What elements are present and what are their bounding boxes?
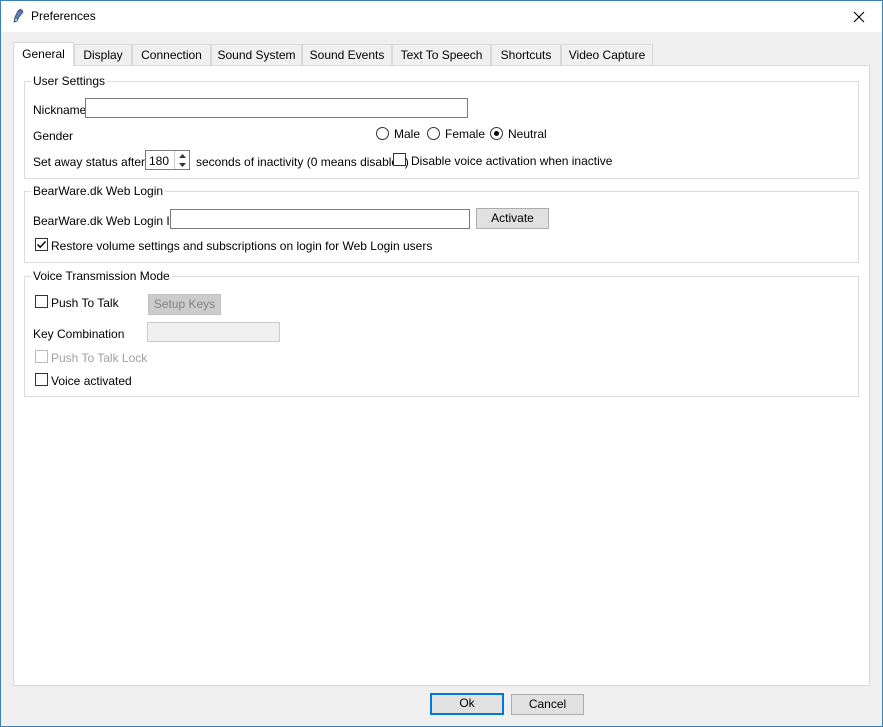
arrow-down-icon [179, 162, 186, 167]
activate-button[interactable]: Activate [476, 208, 549, 229]
disable-voice-checkbox[interactable] [393, 153, 406, 166]
restore-volume-label[interactable]: Restore volume settings and subscription… [51, 239, 432, 253]
general-panel: User Settings Nickname Gender Male Femal… [13, 65, 870, 686]
tab-shortcuts[interactable]: Shortcuts [491, 44, 561, 65]
nickname-input[interactable] [85, 98, 468, 118]
spin-down-button[interactable] [175, 160, 190, 169]
nickname-label: Nickname [33, 103, 87, 117]
push-to-talk-lock-label[interactable]: Push To Talk Lock [51, 351, 147, 365]
away-seconds-spinbox[interactable]: 180 [145, 150, 190, 170]
away-seconds-value: 180 [149, 154, 170, 168]
setup-keys-button[interactable]: Setup Keys [148, 294, 221, 315]
window-title: Preferences [31, 9, 96, 23]
tab-sound-system[interactable]: Sound System [211, 44, 302, 65]
cancel-button[interactable]: Cancel [511, 694, 584, 715]
user-settings-group: User Settings Nickname Gender Male Femal… [24, 74, 859, 179]
away-suffix-label: seconds of inactivity (0 means disabled) [196, 155, 409, 169]
web-login-title: BearWare.dk Web Login [31, 184, 166, 198]
tab-display[interactable]: Display [74, 44, 132, 65]
voice-mode-title: Voice Transmission Mode [31, 269, 172, 283]
voice-mode-group: Voice Transmission Mode Push To Talk Set… [24, 269, 859, 397]
close-button[interactable] [836, 1, 882, 32]
web-login-group: BearWare.dk Web Login BearWare.dk Web Lo… [24, 184, 859, 263]
away-status-label: Set away status after [33, 155, 146, 169]
gender-female-radio[interactable] [427, 127, 440, 140]
push-to-talk-lock-checkbox[interactable] [35, 350, 48, 363]
web-login-id-label: BearWare.dk Web Login ID [33, 214, 179, 228]
key-combination-label: Key Combination [33, 327, 125, 341]
checkmark-icon [36, 240, 47, 249]
gender-female-label[interactable]: Female [445, 127, 485, 141]
user-settings-title: User Settings [31, 74, 108, 88]
radio-selected-dot [494, 131, 499, 136]
voice-activated-checkbox[interactable] [35, 373, 48, 386]
key-combination-input[interactable] [147, 322, 280, 342]
ok-button[interactable]: Ok [430, 693, 504, 715]
gender-neutral-label[interactable]: Neutral [508, 127, 547, 141]
gender-neutral-radio[interactable] [490, 127, 503, 140]
arrow-up-icon [179, 153, 186, 158]
push-to-talk-checkbox[interactable] [35, 295, 48, 308]
gender-label: Gender [33, 129, 74, 143]
disable-voice-label[interactable]: Disable voice activation when inactive [411, 154, 612, 168]
tab-video-capture[interactable]: Video Capture [561, 44, 653, 65]
spin-up-button[interactable] [175, 151, 190, 160]
tab-text-to-speech[interactable]: Text To Speech [392, 44, 491, 65]
gender-male-label[interactable]: Male [394, 127, 420, 141]
restore-volume-checkbox[interactable] [35, 238, 48, 251]
gender-male-radio[interactable] [376, 127, 389, 140]
preferences-window: Preferences General Display Connection S… [0, 0, 883, 727]
app-icon [13, 8, 24, 23]
push-to-talk-label[interactable]: Push To Talk [51, 296, 119, 310]
tab-general[interactable]: General [13, 42, 74, 66]
voice-activated-label[interactable]: Voice activated [51, 374, 132, 388]
title-bar[interactable]: Preferences [1, 1, 882, 32]
tab-connection[interactable]: Connection [132, 44, 211, 65]
tab-sound-events[interactable]: Sound Events [302, 44, 392, 65]
web-login-id-input[interactable] [170, 209, 470, 229]
close-icon [853, 11, 865, 22]
